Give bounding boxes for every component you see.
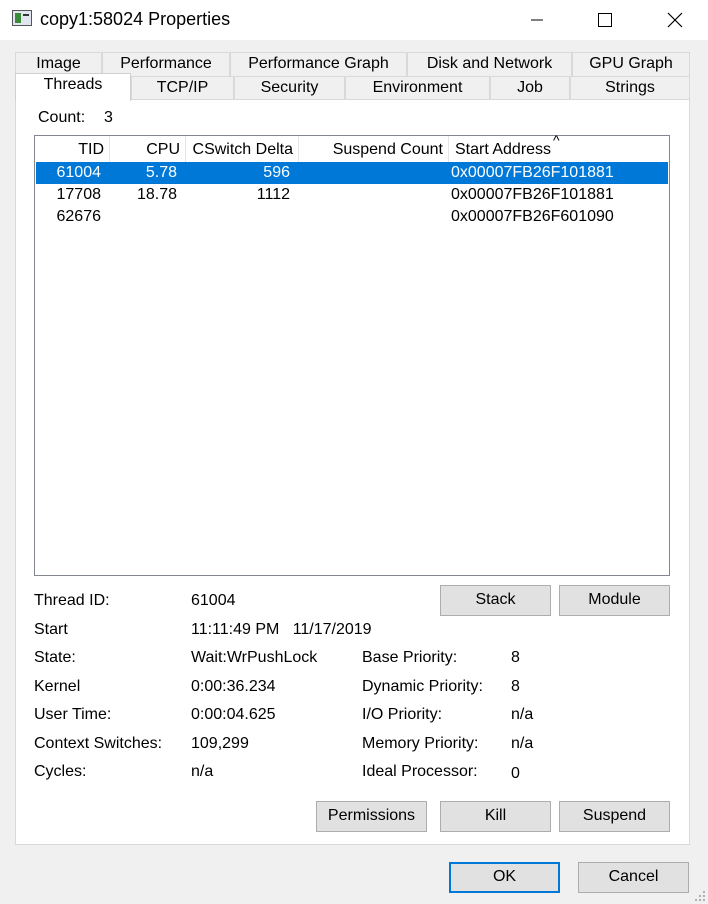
cell-tid: 17708 <box>56 186 102 203</box>
sort-ascending-icon: ^ <box>553 132 560 148</box>
minimize-icon <box>531 19 543 21</box>
dynamic-priority-label: Dynamic Priority: <box>362 678 483 695</box>
tab-threads[interactable]: Threads <box>15 73 131 101</box>
kernel-label: Kernel <box>34 678 81 695</box>
base-priority-label: Base Priority: <box>362 649 458 666</box>
tab-gpu-graph[interactable]: GPU Graph <box>572 52 690 76</box>
permissions-button[interactable]: Permissions <box>316 801 427 832</box>
count-value: 3 <box>104 109 113 126</box>
memory-priority-value: n/a <box>511 735 534 752</box>
context-switches-value: 109,299 <box>191 735 249 752</box>
tab-tcp-ip[interactable]: TCP/IP <box>131 76 234 100</box>
tab-job[interactable]: Job <box>490 76 570 100</box>
tab-security[interactable]: Security <box>234 76 345 100</box>
user-time-label: User Time: <box>34 706 112 723</box>
column-header-start-address-label: Start Address <box>455 141 552 158</box>
module-button[interactable]: Module <box>559 585 670 616</box>
maximize-icon <box>598 13 612 27</box>
start-value: 11:11:49 PM 11/17/2019 <box>191 621 372 638</box>
threads-list[interactable]: TID CPU CSwitch Delta Suspend Count Star… <box>34 132 670 576</box>
user-time-value: 0:00:04.625 <box>191 706 276 723</box>
cell-start-address: 0x00007FB26F601090 <box>451 208 614 225</box>
cell-tid: 61004 <box>56 164 102 181</box>
cell-cswitch-delta: 1112 <box>256 186 290 203</box>
io-priority-label: I/O Priority: <box>362 706 443 723</box>
column-header-start-address[interactable]: Start Address ^ <box>449 132 669 163</box>
context-switches-label: Context Switches: <box>34 735 163 752</box>
cycles-label: Cycles: <box>34 763 87 780</box>
suspend-button[interactable]: Suspend <box>559 801 670 832</box>
window-title: copy1:58024 Properties <box>40 9 231 29</box>
maximize-button[interactable] <box>582 0 628 40</box>
ideal-processor-label: Ideal Processor: <box>362 763 478 780</box>
cell-cpu: 5.78 <box>145 164 177 181</box>
dynamic-priority-value: 8 <box>511 678 520 695</box>
minimize-button[interactable] <box>514 0 560 40</box>
cell-tid: 62676 <box>56 208 102 225</box>
close-icon <box>667 12 683 28</box>
cell-cpu: 18.78 <box>136 186 177 203</box>
thread-id-label: Thread ID: <box>34 592 110 609</box>
stack-button[interactable]: Stack <box>440 585 551 616</box>
ok-button[interactable]: OK <box>449 862 560 893</box>
close-button[interactable] <box>652 0 698 40</box>
resize-grip-icon[interactable] <box>694 890 706 902</box>
table-row[interactable]: 17708 18.78 1112 0x00007FB26F101881 <box>36 184 668 206</box>
memory-priority-label: Memory Priority: <box>362 735 479 752</box>
thread-id-value: 61004 <box>191 592 236 609</box>
kernel-value: 0:00:36.234 <box>191 678 276 695</box>
count-label: Count: <box>38 109 86 126</box>
cell-cswitch-delta: 596 <box>263 164 290 181</box>
base-priority-value: 8 <box>511 649 520 666</box>
app-icon <box>12 10 32 26</box>
column-header-suspend-count[interactable]: Suspend Count <box>299 136 449 163</box>
cell-start-address: 0x00007FB26F101881 <box>451 164 614 181</box>
column-header-tid[interactable]: TID <box>35 136 110 163</box>
tab-strings[interactable]: Strings <box>570 76 690 100</box>
title-bar: copy1:58024 Properties <box>0 0 708 40</box>
start-label: Start <box>34 621 68 638</box>
io-priority-value: n/a <box>511 706 534 723</box>
tab-environment[interactable]: Environment <box>345 76 490 100</box>
table-row[interactable]: 62676 0x00007FB26F601090 <box>36 206 668 228</box>
state-label: State: <box>34 649 76 666</box>
tab-disk-and-network[interactable]: Disk and Network <box>407 52 572 76</box>
cell-start-address: 0x00007FB26F101881 <box>451 186 614 203</box>
ideal-processor-value: 0 <box>511 765 520 782</box>
state-value: Wait:WrPushLock <box>191 649 318 666</box>
column-header-cpu[interactable]: CPU <box>110 136 186 163</box>
cancel-button[interactable]: Cancel <box>578 862 689 893</box>
tab-performance-graph[interactable]: Performance Graph <box>230 52 407 76</box>
column-header-cswitch-delta[interactable]: CSwitch Delta <box>186 136 299 163</box>
cycles-value: n/a <box>191 763 214 780</box>
table-row[interactable]: 61004 5.78 596 0x00007FB26F101881 <box>36 162 668 184</box>
kill-button[interactable]: Kill <box>440 801 551 832</box>
